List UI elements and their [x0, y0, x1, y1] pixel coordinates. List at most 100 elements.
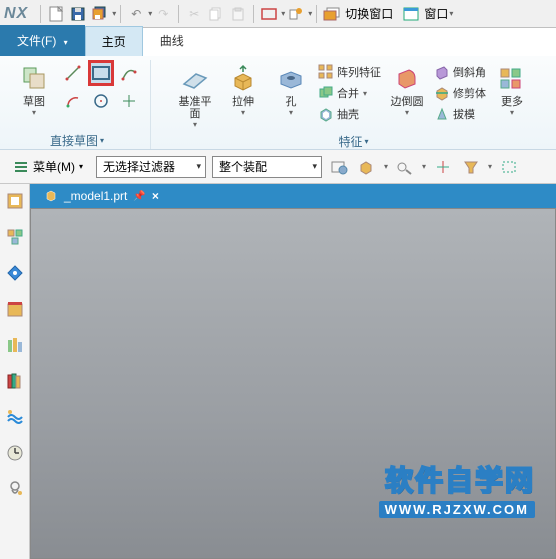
- viewport[interactable]: 软件自学网 WWW.RJZXW.COM: [30, 208, 556, 559]
- filter-tool-2[interactable]: [356, 156, 378, 178]
- window-menu-label[interactable]: 窗口: [424, 5, 448, 22]
- tab-file-label: 文件(F): [17, 34, 56, 48]
- sidebar-books[interactable]: [4, 370, 26, 392]
- new-icon[interactable]: [46, 4, 66, 24]
- undo-dropdown-icon[interactable]: ▾: [148, 9, 152, 18]
- paste-icon[interactable]: [228, 4, 248, 24]
- sketch-button[interactable]: 草图 ▾: [12, 60, 56, 119]
- sidebar-part-navigator[interactable]: [4, 190, 26, 212]
- tab-curve[interactable]: 曲线: [143, 25, 201, 56]
- line-tool[interactable]: [60, 60, 86, 86]
- filter-tool-6[interactable]: [498, 156, 520, 178]
- sidebar-process[interactable]: [4, 478, 26, 500]
- extrude-label: 拉伸: [232, 96, 254, 108]
- misc-tool-icon[interactable]: [286, 4, 306, 24]
- sidebar-reuse-library[interactable]: [4, 298, 26, 320]
- more-icon: [496, 62, 528, 94]
- menu-button[interactable]: 菜单(M) ▾: [6, 154, 90, 179]
- sidebar-constraint-navigator[interactable]: [4, 262, 26, 284]
- tab-home[interactable]: 主页: [85, 26, 143, 56]
- undo-icon[interactable]: ↶: [126, 4, 146, 24]
- window-icon[interactable]: [401, 4, 421, 24]
- document-icon: [44, 189, 58, 203]
- menu-icon: [13, 160, 29, 174]
- switch-window-icon[interactable]: [322, 4, 342, 24]
- unite-icon: [317, 84, 335, 102]
- redo-icon[interactable]: ↷: [153, 4, 173, 24]
- misc-dropdown-icon[interactable]: ▾: [308, 9, 312, 18]
- copy-icon[interactable]: [206, 4, 226, 24]
- tab-file[interactable]: 文件(F) ▾: [0, 25, 85, 56]
- close-tab-icon[interactable]: ×: [152, 189, 159, 203]
- sidebar-assembly-navigator[interactable]: [4, 226, 26, 248]
- ribbon: 草图 ▾ 直接草图▾ 基准平面 ▾: [0, 56, 556, 150]
- app-logo: NX: [4, 5, 28, 23]
- titlebar: NX ▾ ↶ ▾ ↷ ✂ ▾ ▾ 切换窗口 窗口 ▾: [0, 0, 556, 28]
- unite-button[interactable]: 合并 ▾: [317, 83, 381, 103]
- unite-label: 合并: [337, 85, 359, 101]
- assembly-value: 整个装配: [219, 158, 267, 175]
- switch-window-label[interactable]: 切换窗口: [345, 5, 393, 22]
- extrude-button[interactable]: 拉伸 ▾: [221, 60, 265, 119]
- trim-body-button[interactable]: 修剪体: [433, 83, 486, 103]
- edge-blend-icon: [391, 62, 423, 94]
- document-tab[interactable]: _model1.prt 📌 ×: [34, 186, 169, 206]
- sidebar-hd3d[interactable]: [4, 334, 26, 356]
- filter-tool-3[interactable]: [394, 156, 416, 178]
- pattern-icon: [317, 63, 335, 81]
- draft-button[interactable]: 拔模: [433, 104, 486, 124]
- rectangle-tool-icon[interactable]: [259, 4, 279, 24]
- pin-icon[interactable]: 📌: [133, 191, 145, 202]
- shell-button[interactable]: 抽壳: [317, 104, 381, 124]
- spline-tool[interactable]: [116, 60, 142, 86]
- rect-dropdown-icon[interactable]: ▾: [281, 9, 285, 18]
- pattern-feature-button[interactable]: 阵列特征: [317, 62, 381, 82]
- qat-dropdown-icon[interactable]: ▾: [112, 9, 116, 18]
- trim-icon: [433, 84, 451, 102]
- sidebar-history[interactable]: [4, 442, 26, 464]
- selection-filter-combo[interactable]: 无选择过滤器: [96, 156, 206, 178]
- canvas-area: _model1.prt 📌 × 软件自学网 WWW.RJZXW.COM: [30, 184, 556, 559]
- rectangle-tool[interactable]: [88, 60, 114, 86]
- sketch-label: 草图: [23, 96, 45, 108]
- chamfer-button[interactable]: 倒斜角: [433, 62, 486, 82]
- draft-label: 拔模: [453, 106, 475, 122]
- filter-tool-1[interactable]: [328, 156, 350, 178]
- left-sidebar: [0, 184, 30, 559]
- hole-label: 孔: [286, 96, 297, 108]
- datum-plane-button[interactable]: 基准平面 ▾: [173, 60, 217, 131]
- trim-label: 修剪体: [453, 85, 486, 101]
- save-all-icon[interactable]: [90, 4, 110, 24]
- edge-blend-button[interactable]: 边倒圆 ▾: [385, 60, 429, 119]
- feature-group-label: 特征▾: [338, 133, 368, 150]
- document-name: _model1.prt: [64, 189, 127, 203]
- point-tool[interactable]: [116, 88, 142, 114]
- sketch-icon: [18, 62, 50, 94]
- window-dropdown-icon[interactable]: ▾: [449, 9, 453, 18]
- filter-tool-4[interactable]: [432, 156, 454, 178]
- datum-plane-label: 基准平面: [175, 96, 215, 120]
- cut-icon[interactable]: ✂: [184, 4, 204, 24]
- hole-icon: [275, 62, 307, 94]
- filter-tool-5[interactable]: [460, 156, 482, 178]
- datum-plane-icon: [179, 62, 211, 94]
- main-tabs: 文件(F) ▾ 主页 曲线: [0, 28, 556, 56]
- hole-button[interactable]: 孔 ▾: [269, 60, 313, 119]
- assembly-combo[interactable]: 整个装配: [212, 156, 322, 178]
- draft-icon: [433, 105, 451, 123]
- watermark-sub: WWW.RJZXW.COM: [379, 501, 535, 518]
- ribbon-group-sketch: 草图 ▾ 直接草图▾: [4, 60, 151, 149]
- watermark-main: 软件自学网: [379, 459, 535, 499]
- filter-bar: 菜单(M) ▾ 无选择过滤器 整个装配 ▾ ▾ ▾: [0, 150, 556, 184]
- pattern-label: 阵列特征: [337, 64, 381, 80]
- arc-tool[interactable]: [60, 88, 86, 114]
- save-icon[interactable]: [68, 4, 88, 24]
- sidebar-internet[interactable]: [4, 406, 26, 428]
- document-tabs: _model1.prt 📌 ×: [30, 184, 556, 208]
- shell-icon: [317, 105, 335, 123]
- circle-tool[interactable]: [88, 88, 114, 114]
- more-button[interactable]: 更多 ▾: [490, 60, 534, 119]
- menu-label: 菜单(M): [33, 158, 75, 175]
- workspace: _model1.prt 📌 × 软件自学网 WWW.RJZXW.COM: [0, 184, 556, 559]
- chamfer-label: 倒斜角: [453, 64, 486, 80]
